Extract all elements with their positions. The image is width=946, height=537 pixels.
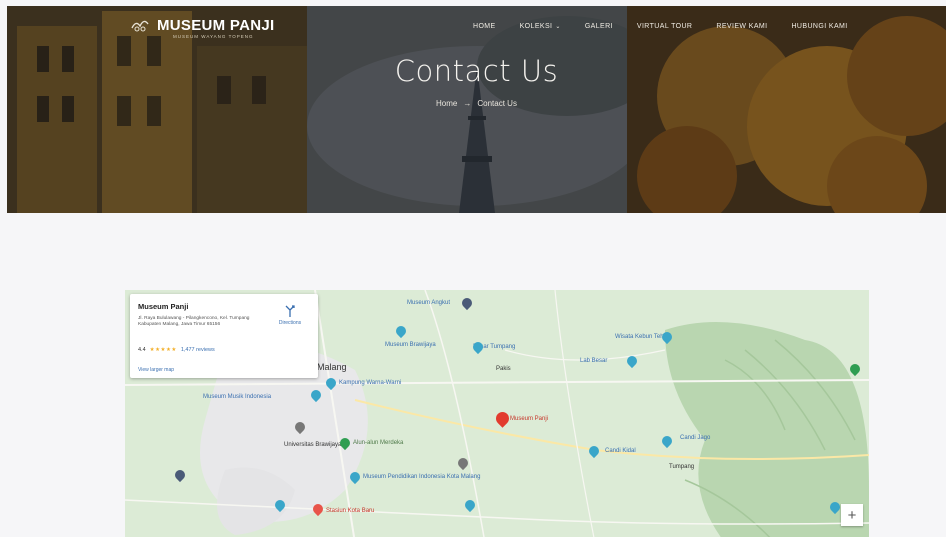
breadcrumb: Home → Contact Us: [7, 99, 946, 108]
place-title: Museum Panji: [138, 302, 189, 311]
brand[interactable]: MUSEUM PANJI MUSEUM WAYANG TOPENG: [129, 14, 275, 39]
place-rating: 4.4 ★★★★★ 1,477 reviews: [138, 347, 215, 353]
directions-button[interactable]: Directions: [272, 304, 308, 326]
nav-item-contact[interactable]: HUBUNGI KAMI: [791, 23, 847, 30]
google-map[interactable]: Malang Museum Musik Indonesia Kampung Wa…: [125, 290, 869, 537]
mask-logo-icon: [131, 20, 149, 32]
star-rating-icon: ★★★★★: [149, 347, 177, 353]
brand-name: MUSEUM PANJI: [157, 16, 275, 34]
map-label: Lab Besar: [580, 358, 608, 364]
nav-item-review[interactable]: REVIEW KAMI: [716, 23, 767, 30]
map-label: Candi Jago: [680, 435, 711, 441]
map-label-city: Malang: [317, 362, 347, 372]
map-label: Stasiun Kota Baru: [326, 508, 375, 514]
map-label: Museum Pendidikan Indonesia Kota Malang: [363, 474, 481, 480]
reviews-link[interactable]: 1,477 reviews: [181, 347, 215, 353]
breadcrumb-home[interactable]: Home: [436, 99, 457, 108]
directions-label: Directions: [278, 320, 302, 326]
map-label: Wisata Kebun Teh: [615, 334, 664, 340]
page-title: Contact Us: [394, 54, 559, 88]
nav-item-home[interactable]: HOME: [473, 23, 496, 30]
zoom-in-button[interactable]: +: [841, 504, 863, 526]
arrow-right-icon: →: [463, 99, 472, 108]
page-frame: MUSEUM PANJI MUSEUM WAYANG TOPENG HOME K…: [7, 6, 946, 537]
map-label-museum: Museum Panji: [510, 416, 549, 422]
brand-tagline: MUSEUM WAYANG TOPENG: [173, 34, 254, 39]
map-label: Museum Musik Indonesia: [203, 394, 272, 400]
map-label: Kampung Warna-Warni: [339, 380, 402, 386]
view-larger-map-link[interactable]: View larger map: [138, 367, 174, 373]
nav-item-koleksi[interactable]: KOLEKSI ⌄: [520, 23, 561, 30]
nav-item-virtual-tour[interactable]: VIRTUAL TOUR: [637, 23, 693, 30]
nav-item-label: HUBUNGI KAMI: [791, 23, 848, 30]
map-label: Alun-alun Merdeka: [353, 440, 404, 446]
hero-banner: MUSEUM PANJI MUSEUM WAYANG TOPENG HOME K…: [7, 6, 946, 213]
map-label: Candi Kidal: [605, 448, 636, 454]
main-nav: HOME KOLEKSI ⌄ GALERI VIRTUAL TOUR REVIEW…: [473, 23, 872, 30]
map-label: Tumpang: [669, 464, 695, 470]
map-label: Museum Angkut: [407, 300, 451, 306]
directions-icon: [285, 305, 295, 317]
place-address: Jl. Raya Bululawang - Pilangkencono, Kel…: [138, 316, 250, 327]
breadcrumb-current: Contact Us: [477, 99, 517, 108]
nav-item-label: KOLEKSI: [519, 23, 553, 30]
nav-item-label: VIRTUAL TOUR: [636, 23, 693, 30]
nav-item-label: REVIEW KAMI: [716, 23, 768, 30]
nav-item-label: HOME: [473, 23, 496, 30]
rating-value: 4.4: [138, 347, 146, 353]
map-label: Pakis: [496, 366, 511, 372]
nav-item-galeri[interactable]: GALERI: [585, 23, 613, 30]
chevron-down-icon: ⌄: [555, 24, 561, 30]
map-label: Museum Brawijaya: [385, 342, 436, 348]
nav-item-label: GALERI: [584, 23, 613, 30]
place-info-card: Museum Panji Jl. Raya Bululawang - Pilan…: [130, 294, 318, 378]
hero-dark-overlay: [7, 6, 946, 213]
map-label: Universitas Brawijaya: [284, 442, 342, 448]
